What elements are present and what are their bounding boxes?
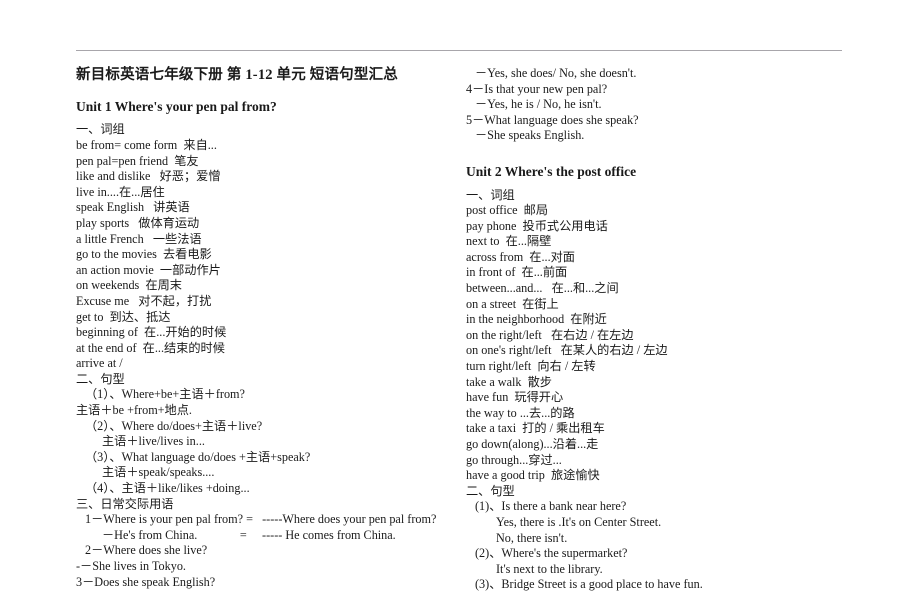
pattern-item: (2)、Where's the supermarket? — [475, 546, 628, 561]
vocab-item: have fun 玩得开心 — [466, 390, 564, 405]
dialog-item: －She speaks English. — [475, 128, 585, 143]
vocab-item: post office 邮局 — [466, 203, 549, 218]
pattern-item: (1)、Is there a bank near here? — [475, 499, 627, 514]
dialog-item: 5－What language does she speak? — [466, 112, 639, 127]
pattern-item: （2）、Where do/does+主语＋live? — [85, 418, 263, 433]
unit-2-pattern-list: (1)、Is there a bank near here? Yes, ther… — [466, 499, 842, 593]
vocab-item: like and dislike 好恶；爱憎 — [76, 169, 221, 184]
vocab-item: between...and... 在...和...之间 — [466, 281, 619, 296]
pattern-item: （1）、Where+be+主语＋from? — [85, 387, 245, 402]
unit-1-vocab-label: 一、词组 — [76, 122, 125, 137]
unit-1-dialog-continued: －Yes, she does/ No, she doesn't. 4－Is th… — [466, 66, 842, 144]
vocab-item: be from= come form 来自... — [76, 137, 217, 152]
vocab-item: the way to ...去...的路 — [466, 405, 575, 420]
unit-1-heading: Unit 1 Where's your pen pal from? — [76, 98, 277, 114]
unit-2-vocab-list: post office 邮局 pay phone 投币式公用电话 next to… — [466, 203, 842, 484]
vocab-item: in front of 在...前面 — [466, 265, 568, 280]
vocab-item: pen pal=pen friend 笔友 — [76, 153, 199, 168]
pattern-item: 主语＋live/lives in... — [102, 434, 205, 449]
vocab-item: go through...穿过... — [466, 452, 562, 467]
vocab-item: pay phone 投币式公用电话 — [466, 218, 608, 233]
pattern-item: （3）、What language do/does +主语+speak? — [85, 449, 311, 464]
pattern-item: Yes, there is .It's on Center Street. — [496, 514, 662, 529]
vocab-item: on weekends 在周末 — [76, 278, 182, 293]
vocab-item: live in....在...居住 — [76, 184, 165, 199]
dialog-item: 2－Where does she live? — [85, 543, 208, 558]
unit-1-vocab-list: be from= come form 来自... pen pal=pen fri… — [76, 138, 448, 372]
vocab-item: play sports 做体育运动 — [76, 215, 200, 230]
vocab-item: on one's right/left 在某人的右边 / 左边 — [466, 343, 668, 358]
vocab-item: an action movie 一部动作片 — [76, 262, 221, 277]
document-page: 新目标英语七年级下册 第 1-12 单元 短语句型汇总 Unit 1 Where… — [0, 0, 920, 614]
vocab-item: Excuse me 对不起，打扰 — [76, 293, 212, 308]
vocab-item: have a good trip 旅途愉快 — [466, 468, 600, 483]
vocab-item: speak English 讲英语 — [76, 200, 190, 215]
pattern-item: 主语＋be +from+地点. — [76, 403, 192, 418]
dialog-item: 4－Is that your new pen pal? — [466, 81, 608, 96]
unit-1-pattern-label: 二、句型 — [76, 371, 125, 386]
vocab-item: in the neighborhood 在附近 — [466, 312, 607, 327]
vocab-item: get to 到达、抵达 — [76, 309, 171, 324]
vocab-item: at the end of 在...结束的时候 — [76, 340, 225, 355]
vocab-item: turn right/left 向右 / 左转 — [466, 359, 596, 374]
vocab-item: across from 在...对面 — [466, 249, 575, 264]
vocab-item: go to the movies 去看电影 — [76, 247, 212, 262]
unit-1-dialog-list: 1－Where is your pen pal from? = -----Whe… — [76, 512, 448, 590]
pattern-item: （4）、主语＋like/likes +doing... — [85, 481, 250, 496]
vocab-item: arrive at / — [76, 356, 123, 371]
pattern-item: It's next to the library. — [496, 561, 603, 576]
vocab-item: next to 在...隔壁 — [466, 234, 552, 249]
dialog-item: －Yes, he is / No, he isn't. — [475, 97, 602, 112]
dialog-item: －He's from China. = ----- He comes from … — [102, 527, 396, 542]
pattern-item: No, there isn't. — [496, 530, 568, 545]
unit-2-vocab-label: 一、词组 — [466, 187, 515, 202]
unit-2-heading: Unit 2 Where's the post office — [466, 163, 637, 179]
vocab-item: on a street 在街上 — [466, 296, 559, 311]
vocab-item: a little French 一些法语 — [76, 231, 202, 246]
dialog-item: -－She lives in Tokyo. — [76, 559, 186, 574]
header-rule — [76, 50, 842, 51]
unit-1-pattern-list: （1）、Where+be+主语＋from? 主语＋be +from+地点. （2… — [76, 387, 448, 496]
dialog-item: 3－Does she speak English? — [76, 574, 216, 589]
pattern-item: (3)、Bridge Street is a good place to hav… — [475, 577, 703, 592]
dialog-item: 1－Where is your pen pal from? = -----Whe… — [85, 512, 437, 527]
unit-1-dialog-label: 三、日常交际用语 — [76, 496, 174, 511]
vocab-item: take a walk 散步 — [466, 374, 552, 389]
vocab-item: go down(along)...沿着...走 — [466, 437, 599, 452]
pattern-item: 主语＋speak/speaks.... — [102, 465, 215, 480]
page-title: 新目标英语七年级下册 第 1-12 单元 短语句型汇总 — [76, 67, 398, 83]
vocab-item: beginning of 在...开始的时候 — [76, 325, 227, 340]
vocab-item: on the right/left 在右边 / 在左边 — [466, 327, 634, 342]
right-column: －Yes, she does/ No, she doesn't. 4－Is th… — [466, 66, 842, 593]
vocab-item: take a taxi 打的 / 乘出租车 — [466, 421, 605, 436]
left-column: 新目标英语七年级下册 第 1-12 单元 短语句型汇总 Unit 1 Where… — [76, 66, 448, 590]
dialog-item: －Yes, she does/ No, she doesn't. — [475, 66, 637, 80]
unit-2-pattern-label: 二、句型 — [466, 483, 515, 498]
